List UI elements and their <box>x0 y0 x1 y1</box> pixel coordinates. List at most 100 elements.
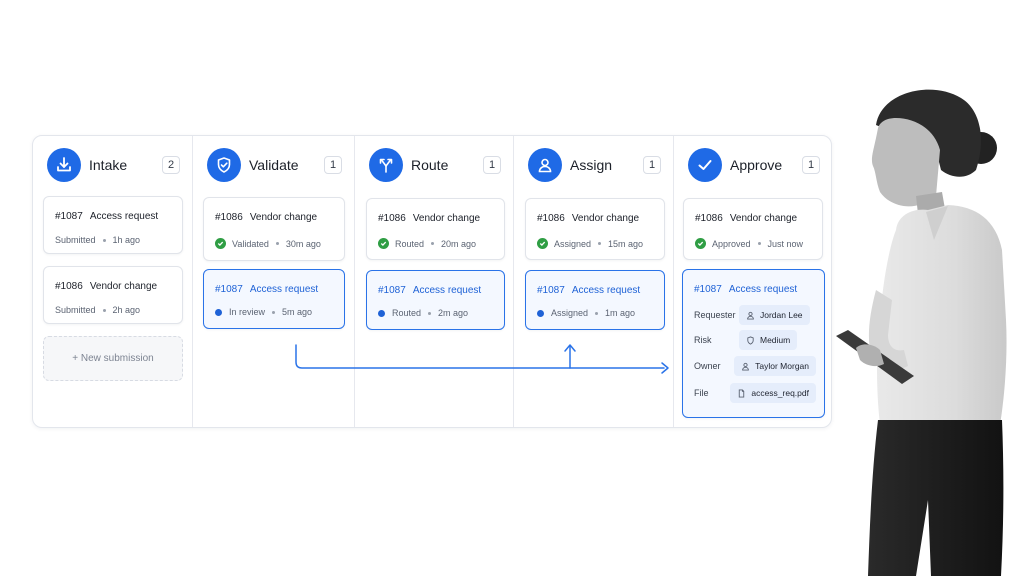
column-assign: Assign 1 #1086 Vendor change Assigned 15m … <box>514 136 674 427</box>
card-id: #1087 <box>694 284 722 295</box>
shield-icon <box>747 335 754 345</box>
column-header: Intake 2 <box>47 147 180 183</box>
file-chip[interactable]: access_req.pdf <box>730 383 816 403</box>
field-label: Requester <box>694 310 736 320</box>
column-intake: Intake 2 #1087 Access request Submitted 1h… <box>33 136 193 427</box>
new-submission-button[interactable]: + New submission <box>43 336 183 381</box>
field-value: access_req.pdf <box>751 388 809 398</box>
column-title: Route <box>411 157 449 173</box>
card-id: #1086 <box>378 213 406 224</box>
card-title: Access request <box>571 285 641 296</box>
task-card[interactable]: #1086 Vendor change Approved Just now <box>683 198 823 260</box>
column-header: Route 1 <box>369 147 501 183</box>
card-time: 1h ago <box>112 235 141 245</box>
card-status: In review <box>229 307 266 317</box>
check-circle-icon <box>695 238 706 249</box>
column-count-badge: 1 <box>802 156 820 174</box>
card-id: #1087 <box>55 211 83 222</box>
task-card-selected[interactable]: #1087 Access request Routed 2m ago <box>366 270 505 330</box>
card-title: Vendor change <box>249 212 318 223</box>
card-title: Access request <box>412 285 482 296</box>
task-card-selected[interactable]: #1087 Access request Assigned 1m ago <box>525 270 665 330</box>
check-circle-icon <box>378 238 389 249</box>
card-title: Access request <box>728 284 798 295</box>
owner-chip[interactable]: Taylor Morgan <box>734 356 816 376</box>
download-icon <box>47 148 81 182</box>
card-time: 5m ago <box>282 307 313 317</box>
column-title: Intake <box>89 157 128 173</box>
card-title: Vendor change <box>412 213 481 224</box>
card-time: 30m ago <box>285 238 321 249</box>
column-title: Validate <box>249 157 299 173</box>
card-status: Assigned <box>554 238 592 249</box>
person-illustration <box>836 89 1007 576</box>
task-card-selected[interactable]: #1087 Access request In review 5m ago <box>203 269 345 329</box>
column-validate: Validate 1 #1086 Vendor change Validated 3… <box>193 136 355 427</box>
field-label: File <box>694 388 709 398</box>
person-icon <box>747 311 754 320</box>
card-title: Vendor change <box>729 213 798 224</box>
workflow-board: Intake 2 #1087 Access request Submitted 1h… <box>32 135 832 428</box>
card-time: 1m ago <box>605 308 636 318</box>
status-dot-icon <box>537 309 544 317</box>
card-status: Submitted <box>55 305 96 315</box>
column-count-badge: 1 <box>324 156 342 174</box>
card-title: Access request <box>249 284 319 295</box>
card-status: Routed <box>395 238 425 249</box>
column-count-badge: 1 <box>643 156 661 174</box>
column-route: Route 1 #1086 Vendor change Routed 20m ago… <box>355 136 514 427</box>
field-label: Owner <box>694 361 721 371</box>
detail-row-risk: Risk Medium <box>694 330 816 350</box>
check-circle-icon <box>537 238 548 249</box>
card-status: Submitted <box>55 235 96 245</box>
field-label: Risk <box>694 335 712 345</box>
card-title: Access request <box>89 211 159 222</box>
detail-row-file: File access_req.pdf <box>694 383 816 403</box>
card-status: Assigned <box>551 308 589 318</box>
user-icon <box>528 148 562 182</box>
card-id: #1087 <box>537 285 565 296</box>
detail-row-owner: Owner Taylor Morgan <box>694 356 816 376</box>
card-status: Validated <box>232 238 269 249</box>
card-id: #1086 <box>215 212 243 223</box>
route-split-icon <box>369 148 403 182</box>
card-time: Just now <box>767 238 804 249</box>
card-id: #1087 <box>215 284 243 295</box>
field-value: Jordan Lee <box>760 310 803 320</box>
task-card[interactable]: #1086 Vendor change Submitted 2h ago <box>43 266 183 324</box>
card-status: Routed <box>392 308 422 318</box>
detail-row-requester: Requester Jordan Lee <box>694 305 816 325</box>
document-icon <box>739 388 745 398</box>
card-id: #1086 <box>55 281 83 292</box>
card-title: Vendor change <box>571 213 640 224</box>
card-time: 20m ago <box>441 238 477 249</box>
status-dot-icon <box>215 308 222 316</box>
field-value: Taylor Morgan <box>755 361 809 371</box>
person-icon <box>742 362 749 371</box>
requester-chip[interactable]: Jordan Lee <box>739 305 810 325</box>
column-approve: Approve 1 #1086 Vendor change Approved Jus… <box>674 136 832 427</box>
column-title: Approve <box>730 157 783 173</box>
card-time: 2h ago <box>112 305 141 315</box>
column-header: Assign 1 <box>528 147 661 183</box>
card-time: 15m ago <box>608 238 644 249</box>
shield-check-icon <box>207 148 241 182</box>
task-card[interactable]: #1086 Vendor change Routed 20m ago <box>366 198 505 260</box>
card-title: Vendor change <box>89 281 158 292</box>
request-detail-card[interactable]: #1087 Access request Requester Jordan Lee… <box>682 269 825 418</box>
column-header: Approve 1 <box>688 147 820 183</box>
risk-chip[interactable]: Medium <box>739 330 798 350</box>
card-id: #1086 <box>695 213 723 224</box>
task-card[interactable]: #1086 Vendor change Validated 30m ago <box>203 197 345 261</box>
task-card[interactable]: #1086 Vendor change Assigned 15m ago <box>525 198 665 260</box>
card-id: #1086 <box>537 213 565 224</box>
card-time: 2m ago <box>438 308 469 318</box>
task-card[interactable]: #1087 Access request Submitted 1h ago <box>43 196 183 254</box>
check-circle-icon <box>215 238 226 249</box>
column-title: Assign <box>570 157 613 173</box>
column-header: Validate 1 <box>207 147 342 183</box>
column-count-badge: 2 <box>162 156 180 174</box>
checkmark-icon <box>688 148 722 182</box>
column-count-badge: 1 <box>483 156 501 174</box>
card-status: Approved <box>712 238 751 249</box>
